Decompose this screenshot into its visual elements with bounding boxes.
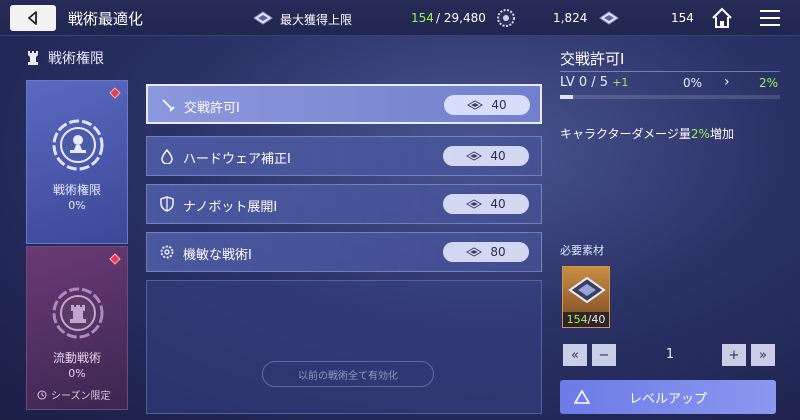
- chip-icon: [466, 247, 483, 257]
- cost-pill: 40: [443, 194, 529, 214]
- max-gain-current: 154: [411, 11, 434, 25]
- effect-description: キャラクターダメージ量2%増加: [560, 125, 734, 142]
- level-line: LV 0 / 5 +1: [560, 75, 628, 90]
- material-have: 154: [566, 313, 588, 326]
- category-label: 流動戦術: [52, 351, 101, 365]
- tactic-label: ハードウェア補正Ⅰ: [183, 152, 291, 167]
- category-tab-tactics[interactable]: 戦術権限 0%: [26, 80, 128, 244]
- percent-next: 2%: [759, 76, 779, 90]
- cost-value: 80: [490, 245, 506, 259]
- category-percent: 0%: [68, 367, 86, 380]
- level-progress-fill: [560, 95, 574, 99]
- gear-icon: [160, 245, 174, 259]
- clock-icon: [37, 390, 47, 399]
- section-title: 戦術権限: [48, 51, 104, 67]
- material-slot[interactable]: 154/40: [562, 266, 610, 328]
- cost-value: 40: [490, 149, 506, 163]
- cost-pill: 40: [444, 95, 530, 115]
- cost-value: 40: [491, 98, 507, 112]
- double-chevron-left-icon: «: [571, 347, 579, 363]
- chevron-right-icon: ›: [724, 74, 730, 90]
- triangle-icon: [574, 390, 590, 404]
- material-count: 154/40: [563, 312, 609, 327]
- cost-pill: 40: [443, 146, 529, 166]
- quantity-max-button[interactable]: »: [751, 344, 775, 366]
- chip-icon-2: [599, 11, 619, 25]
- tactic-row-nanobot[interactable]: ナノボット展開Ⅰ 40: [146, 184, 542, 224]
- tactic-label: ナノボット展開Ⅰ: [183, 200, 278, 215]
- quantity-min-button[interactable]: «: [563, 344, 587, 366]
- level-plus: +1: [612, 76, 629, 89]
- level-prefix: LV: [560, 75, 575, 90]
- chip-icon: [253, 11, 273, 25]
- cost-pill: 80: [443, 242, 529, 262]
- enable-all-button[interactable]: 以前の戦術全て有効化: [262, 361, 434, 387]
- alert-diamond-icon: [109, 87, 121, 99]
- quantity-increase-button[interactable]: +: [722, 344, 746, 366]
- menu-icon[interactable]: [760, 9, 780, 27]
- cost-value: 40: [490, 197, 506, 211]
- quantity-decrease-button[interactable]: −: [592, 344, 616, 366]
- materials-label: 必要素材: [560, 244, 604, 257]
- gear-currency-icon: [497, 9, 515, 27]
- chip-icon: [467, 100, 484, 110]
- chip-icon: [466, 151, 483, 161]
- category-tab-flow[interactable]: 流動戦術 0% シーズン限定: [26, 246, 128, 410]
- currency2-value: 154: [671, 11, 694, 25]
- double-chevron-right-icon: »: [759, 347, 767, 363]
- plus-icon: +: [728, 347, 740, 363]
- tactic-label: 交戦許可Ⅰ: [184, 101, 240, 116]
- category-label: 戦術権限: [52, 183, 101, 197]
- alert-diamond-icon: [109, 253, 121, 265]
- tactic-row-engagement[interactable]: 交戦許可Ⅰ 40: [146, 84, 542, 124]
- back-button[interactable]: [10, 5, 56, 31]
- page-title: 戦術最適化: [68, 10, 144, 28]
- tactic-list-panel: 以前の戦術全て有効化: [146, 280, 542, 414]
- sword-icon: [162, 99, 175, 112]
- percent-current: 0%: [683, 76, 703, 90]
- level-max: / 5: [591, 75, 609, 90]
- detail-title: 交戦許可Ⅰ: [560, 50, 625, 68]
- level-progress-bar: [560, 95, 780, 99]
- currency1-value: 1,824: [553, 11, 588, 25]
- section-header: 戦術権限: [26, 48, 104, 68]
- tactic-row-agile[interactable]: 機敏な戦術Ⅰ 80: [146, 232, 542, 272]
- chess-rook-icon: [28, 51, 38, 65]
- flow-emblem-icon: [52, 287, 104, 339]
- tactic-label: 機敏な戦術Ⅰ: [183, 248, 252, 263]
- level-up-button[interactable]: レベルアップ: [560, 380, 776, 414]
- chip-item-icon: [568, 276, 606, 304]
- quantity-value: 1: [665, 347, 675, 362]
- chip-icon: [466, 199, 483, 209]
- level-up-label: レベルアップ: [628, 391, 707, 407]
- material-need: /40: [587, 313, 606, 326]
- top-bar: 戦術最適化 最大獲得上限 154 / 29,480 1,824 154: [0, 0, 800, 36]
- max-gain-total: / 29,480: [436, 11, 486, 25]
- detail-divider: [560, 71, 780, 72]
- desc-post: 増加: [709, 127, 734, 141]
- desc-value: 2%: [690, 127, 710, 141]
- back-arrow-icon: [28, 11, 37, 25]
- max-gain-label: 最大獲得上限: [280, 13, 353, 27]
- shield-icon: [160, 196, 174, 212]
- category-percent: 0%: [68, 199, 86, 212]
- season-note-text: シーズン限定: [51, 391, 111, 402]
- season-note: シーズン限定: [37, 387, 111, 402]
- minus-icon: −: [598, 347, 610, 363]
- desc-pre: キャラクターダメージ量: [560, 127, 691, 141]
- droplet-icon: [161, 148, 173, 164]
- level-current: 0: [578, 75, 588, 90]
- tactics-emblem-icon: [52, 119, 104, 171]
- home-icon[interactable]: [711, 7, 733, 29]
- tactic-row-hardware[interactable]: ハードウェア補正Ⅰ 40: [146, 136, 542, 176]
